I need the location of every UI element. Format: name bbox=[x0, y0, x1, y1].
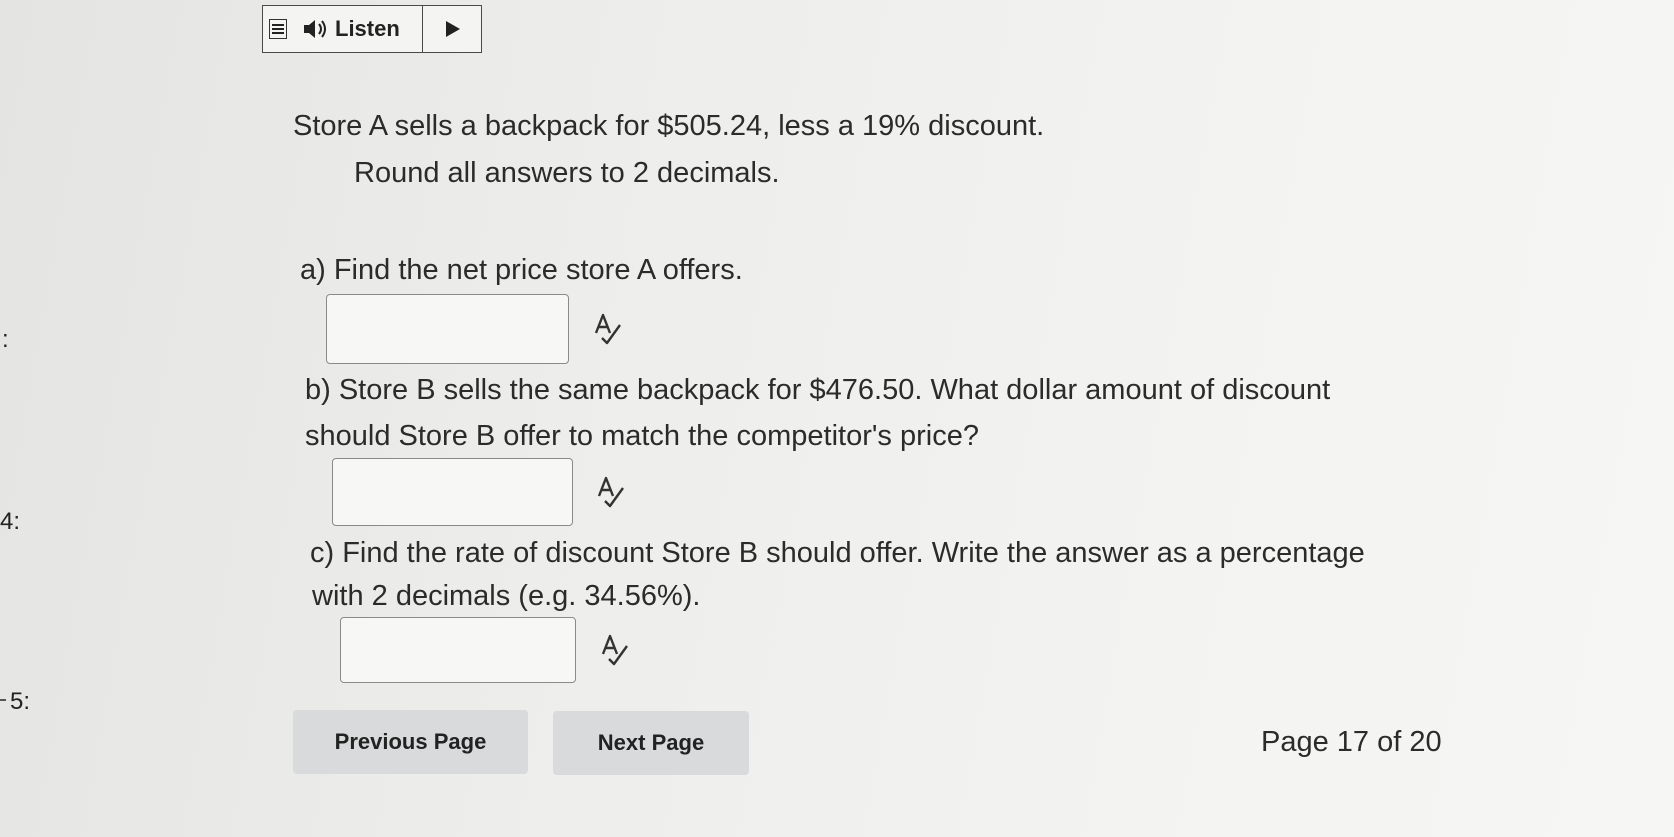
side-nav-label[interactable]: : bbox=[2, 326, 9, 354]
spellcheck-icon[interactable] bbox=[597, 632, 633, 668]
side-nav-marker bbox=[0, 699, 6, 701]
spellcheck-icon[interactable] bbox=[590, 311, 626, 347]
menu-button[interactable] bbox=[263, 6, 293, 52]
rounding-instruction: Round all answers to 2 decimals. bbox=[354, 157, 780, 189]
part-c-answer-input[interactable] bbox=[340, 617, 576, 683]
previous-page-button[interactable]: Previous Page bbox=[293, 710, 528, 774]
spellcheck-icon[interactable] bbox=[593, 474, 629, 510]
part-b-prompt-line2: should Store B offer to match the compet… bbox=[305, 420, 979, 452]
question-intro: Store A sells a backpack for $505.24, le… bbox=[293, 110, 1045, 142]
page-indicator: Page 17 of 20 bbox=[1261, 726, 1442, 758]
listen-label: Listen bbox=[335, 16, 400, 41]
listen-button[interactable]: Listen bbox=[293, 6, 423, 52]
speaker-icon bbox=[304, 20, 326, 38]
part-c-prompt-line2: with 2 decimals (e.g. 34.56%). bbox=[312, 580, 701, 612]
listen-toolbar: Listen bbox=[262, 5, 482, 53]
part-a-prompt: a) Find the net price store A offers. bbox=[300, 254, 743, 286]
next-page-button[interactable]: Next Page bbox=[553, 711, 749, 775]
play-button[interactable] bbox=[423, 6, 481, 52]
side-nav-question-4[interactable]: 4: bbox=[0, 508, 20, 536]
part-a-answer-input[interactable] bbox=[326, 294, 569, 364]
play-icon bbox=[446, 21, 460, 37]
side-nav-question-5[interactable]: 5: bbox=[10, 688, 30, 716]
part-b-prompt-line1: b) Store B sells the same backpack for $… bbox=[305, 374, 1331, 406]
menu-icon bbox=[269, 19, 287, 39]
part-c-prompt-line1: c) Find the rate of discount Store B sho… bbox=[310, 537, 1365, 569]
part-b-answer-input[interactable] bbox=[332, 458, 573, 526]
